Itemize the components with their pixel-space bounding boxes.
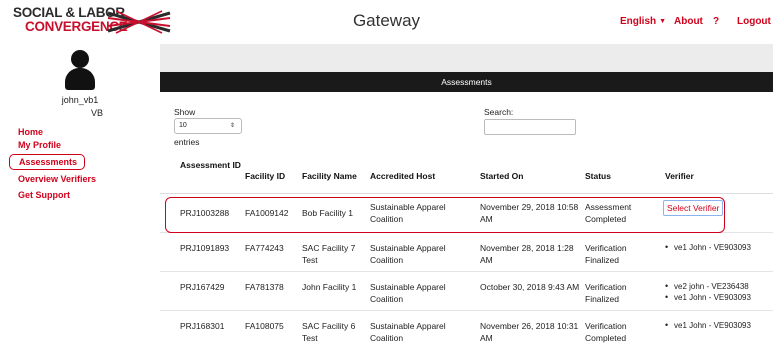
col-facility-name[interactable]: Facility Name — [302, 171, 357, 182]
sidebar: john_vb1 VB Home My Profile Assessments … — [0, 44, 160, 358]
table-row: PRJ1003288 FA1009142 Bob Facility 1 Sust… — [160, 195, 773, 233]
col-verifier[interactable]: Verifier — [665, 171, 694, 182]
cell-status: Verification Completed — [585, 321, 627, 343]
cell-assessment-id[interactable]: PRJ168301 — [180, 320, 224, 332]
verifier-item: ve1 John - VE903093 — [665, 292, 751, 303]
cell-started-on: November 29, 2018 10:58 AM — [480, 202, 579, 224]
cell-facility-name: SAC Facility 6 Test — [302, 321, 356, 343]
table-row: PRJ168301 FA108075 SAC Facility 6 Test S… — [160, 312, 773, 350]
col-accredited-host[interactable]: Accredited Host — [370, 171, 435, 182]
logout-link[interactable]: Logout — [737, 16, 771, 27]
language-dropdown[interactable]: English ▼ — [620, 16, 666, 27]
verifier-list: ve2 john - VE236438 ve1 John - VE903093 — [665, 281, 751, 303]
cell-facility-id: FA781378 — [245, 282, 284, 292]
sidebar-nav: Home My Profile Assessments Overview Ver… — [9, 126, 96, 202]
cell-started-on: October 30, 2018 9:43 AM — [480, 282, 580, 292]
user-initials: VB — [90, 108, 103, 118]
sidebar-item-overview-verifiers[interactable]: Overview Verifiers — [18, 173, 96, 186]
section-bar: Assessments — [160, 72, 773, 92]
cell-started-on: November 28, 2018 1:28 AM — [480, 243, 574, 265]
col-assessment-id[interactable]: Assessment ID — [180, 160, 242, 171]
cell-accredited-host: Sustainable Apparel Coalition — [370, 202, 446, 224]
search-label: Search: — [484, 107, 514, 117]
table-row: PRJ167429 FA781378 John Facility 1 Susta… — [160, 273, 773, 311]
cell-assessment-id[interactable]: PRJ1091893 — [180, 242, 229, 254]
language-label: English — [620, 16, 657, 27]
page-size-select[interactable]: 10 ⇕ — [174, 118, 242, 134]
cell-accredited-host: Sustainable Apparel Coalition — [370, 321, 446, 343]
help-link[interactable]: ? — [713, 16, 719, 27]
page-size-value: 10 — [179, 122, 187, 129]
sidebar-item-my-profile[interactable]: My Profile — [18, 139, 96, 152]
chevron-down-icon: ▼ — [659, 18, 667, 25]
cell-facility-name: Bob Facility 1 — [302, 208, 354, 218]
verifier-list: ve1 John - VE903093 — [665, 320, 751, 331]
entries-label: entries — [174, 137, 200, 147]
cell-status: Verification Finalized — [585, 243, 627, 265]
col-facility-id[interactable]: Facility ID — [245, 171, 285, 182]
cell-assessment-id[interactable]: PRJ1003288 — [180, 207, 229, 219]
cell-facility-id: FA1009142 — [245, 208, 289, 218]
sidebar-item-assessments[interactable]: Assessments — [9, 154, 86, 170]
col-started-on[interactable]: Started On — [480, 171, 523, 182]
cell-started-on: November 26, 2018 10:31 AM — [480, 321, 579, 343]
col-status[interactable]: Status — [585, 171, 611, 182]
username: john_vb1 — [61, 95, 99, 105]
search-input[interactable] — [484, 119, 576, 135]
section-title: Assessments — [441, 77, 492, 87]
cell-assessment-id[interactable]: PRJ167429 — [180, 281, 224, 293]
cell-facility-id: FA774243 — [245, 243, 284, 253]
main-content: Assessments Show 10 ⇕ entries Search: As… — [160, 44, 773, 358]
verifier-item: ve1 John - VE903093 — [665, 242, 751, 253]
table-header: Assessment ID Facility ID Facility Name … — [160, 157, 773, 194]
verifier-list: ve1 John - VE903093 — [665, 242, 751, 253]
top-strip — [160, 44, 773, 72]
cell-facility-id: FA108075 — [245, 321, 284, 331]
cell-status: Assessment Completed — [585, 202, 632, 224]
cell-facility-name: SAC Facility 7 Test — [302, 243, 356, 265]
cell-accredited-host: Sustainable Apparel Coalition — [370, 243, 446, 265]
sidebar-item-get-support[interactable]: Get Support — [18, 189, 96, 202]
verifier-item: ve2 john - VE236438 — [665, 281, 751, 292]
about-link[interactable]: About — [674, 16, 703, 27]
cell-accredited-host: Sustainable Apparel Coalition — [370, 282, 446, 304]
cell-facility-name: John Facility 1 — [302, 282, 357, 292]
show-label: Show — [174, 107, 196, 117]
top-header: SOCIAL & LABOR CONVERGENCE Gateway Engli… — [0, 0, 773, 44]
verifier-item: ve1 John - VE903093 — [665, 320, 751, 331]
select-verifier-button[interactable]: Select Verifier — [663, 200, 724, 216]
select-arrows-icon: ⇕ — [229, 123, 235, 129]
cell-status: Verification Finalized — [585, 282, 627, 304]
table-row: PRJ1091893 FA774243 SAC Facility 7 Test … — [160, 234, 773, 272]
avatar-icon — [65, 50, 95, 92]
sidebar-item-home[interactable]: Home — [18, 126, 96, 139]
